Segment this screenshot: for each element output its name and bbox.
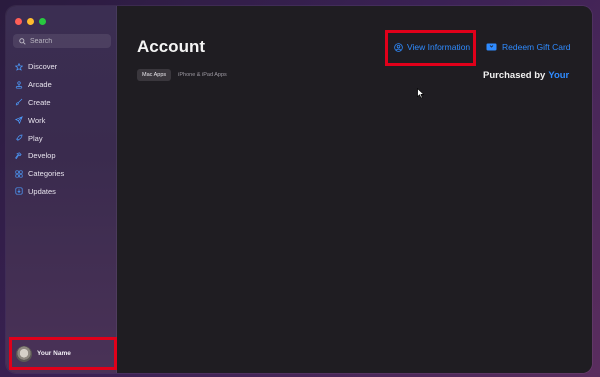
star-icon <box>15 62 23 71</box>
sidebar-item-label: Discover <box>28 62 58 72</box>
gift-card-icon <box>486 43 497 51</box>
platform-segmented-control: Mac Apps iPhone & iPad Apps <box>137 69 232 81</box>
sidebar-item-play[interactable]: Play <box>13 129 113 147</box>
sidebar-item-updates[interactable]: Updates <box>13 183 113 201</box>
close-window-button[interactable] <box>15 18 22 25</box>
person-circle-icon <box>394 42 403 52</box>
joystick-icon <box>15 81 23 89</box>
sidebar-item-label: Arcade <box>28 80 52 90</box>
app-store-window: Discover Arcade Create Work Play Develop <box>6 6 592 373</box>
sidebar-item-discover[interactable]: Discover <box>13 58 113 76</box>
purchased-by-value: Your <box>548 70 570 81</box>
search-icon <box>19 37 26 45</box>
zoom-window-button[interactable] <box>39 18 46 25</box>
account-profile-button[interactable]: Your Name <box>9 337 117 370</box>
search-field[interactable] <box>13 34 111 48</box>
grid-icon <box>15 170 23 178</box>
sidebar-item-label: Play <box>28 133 43 143</box>
sidebar-item-label: Categories <box>28 169 65 179</box>
sidebar-item-develop[interactable]: Develop <box>13 147 113 165</box>
purchased-by-filter[interactable]: Purchased by Your <box>483 70 569 81</box>
sidebar-item-categories[interactable]: Categories <box>13 165 113 183</box>
main-content: Account View Information Redeem Gift Car… <box>117 6 592 373</box>
download-icon <box>15 187 23 196</box>
avatar <box>16 345 32 362</box>
page-title: Account <box>137 37 205 56</box>
view-information-link[interactable]: View Information <box>394 42 470 52</box>
minimize-window-button[interactable] <box>27 18 34 25</box>
segment-mac-apps[interactable]: Mac Apps <box>137 69 172 81</box>
segment-iphone-ipad-apps[interactable]: iPhone & iPad Apps <box>173 69 232 81</box>
sidebar-item-create[interactable]: Create <box>13 94 113 112</box>
view-information-label: View Information <box>407 42 471 52</box>
redeem-gift-card-link[interactable]: Redeem Gift Card <box>486 42 571 52</box>
brush-icon <box>15 99 23 106</box>
sidebar-item-label: Updates <box>28 186 56 196</box>
mouse-pointer-icon <box>417 88 425 99</box>
sidebar: Discover Arcade Create Work Play Develop <box>6 6 117 373</box>
sidebar-item-label: Work <box>28 115 46 125</box>
sidebar-item-arcade[interactable]: Arcade <box>13 76 113 94</box>
sidebar-item-label: Develop <box>28 151 56 161</box>
sidebar-item-label: Create <box>28 97 51 107</box>
redeem-gift-card-label: Redeem Gift Card <box>502 42 571 52</box>
purchased-by-label: Purchased by <box>483 70 546 81</box>
paperplane-icon <box>15 116 23 125</box>
profile-name: Your Name <box>37 350 71 357</box>
sidebar-nav: Discover Arcade Create Work Play Develop <box>13 58 113 200</box>
search-input[interactable] <box>26 37 100 45</box>
rocket-icon <box>15 134 23 142</box>
hammer-icon <box>15 152 22 159</box>
window-controls <box>15 18 46 25</box>
sidebar-item-work[interactable]: Work <box>13 111 113 129</box>
